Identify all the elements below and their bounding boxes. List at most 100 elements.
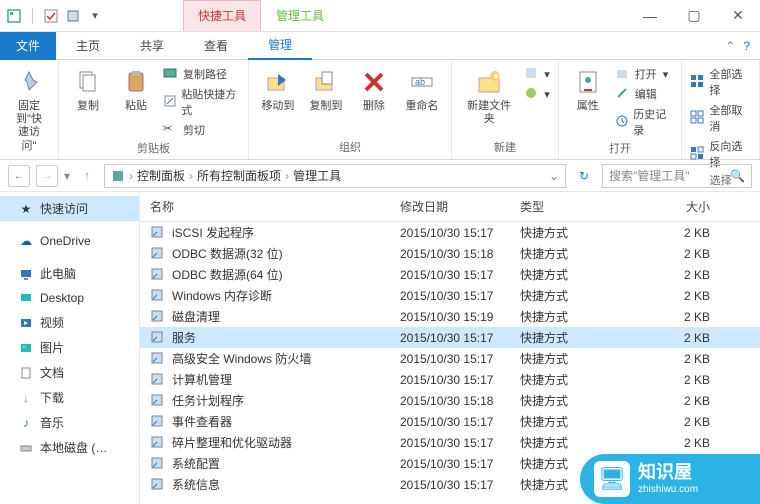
sidebar-item-music[interactable]: ♪音乐 (0, 410, 139, 435)
sidebar-item-videos[interactable]: 视频 (0, 310, 139, 335)
easy-access-button[interactable]: ▾ (524, 86, 550, 102)
file-row[interactable]: 碎片整理和优化驱动器2015/10/30 15:17快捷方式2 KB (140, 432, 760, 453)
pin-icon (13, 66, 45, 98)
nav-sidebar: ★快速访问 ☁OneDrive 此电脑 Desktop 视频 图片 文档 ↓下载… (0, 192, 140, 504)
copyto-icon (310, 66, 342, 98)
history-button[interactable]: 历史记录 (615, 106, 673, 138)
file-row[interactable]: ODBC 数据源(32 位)2015/10/30 15:18快捷方式2 KB (140, 243, 760, 264)
file-row[interactable]: ODBC 数据源(64 位)2015/10/30 15:17快捷方式2 KB (140, 264, 760, 285)
shortcut-file-icon (150, 372, 166, 388)
column-date[interactable]: 修改日期 (400, 198, 520, 215)
file-row[interactable]: iSCSI 发起程序2015/10/30 15:17快捷方式2 KB (140, 222, 760, 243)
move-icon (262, 66, 294, 98)
tab-shortcut-tools[interactable]: 快捷工具 (183, 0, 261, 31)
checkbox-icon[interactable] (43, 8, 59, 24)
cut-button[interactable]: ✂剪切 (163, 122, 240, 138)
refresh-button[interactable]: ↻ (572, 164, 596, 188)
column-size[interactable]: 大小 (640, 198, 710, 215)
pin-quickaccess-button[interactable]: 固定到"快速访问" (8, 64, 50, 155)
sidebar-item-desktop[interactable]: Desktop (0, 286, 139, 310)
chevron-down-icon[interactable]: ▾ (87, 8, 103, 24)
sidebar-item-onedrive[interactable]: ☁OneDrive (0, 229, 139, 253)
properties-icon (572, 66, 604, 98)
maximize-button[interactable]: ▢ (672, 2, 716, 30)
minimize-button[interactable]: — (628, 2, 672, 30)
copy-path-button[interactable]: 复制路径 (163, 66, 240, 82)
sidebar-item-downloads[interactable]: ↓下载 (0, 385, 139, 410)
cloud-icon: ☁ (18, 233, 34, 249)
watermark-url: zhishiwu.com (638, 484, 698, 496)
close-button[interactable]: ✕ (716, 2, 760, 30)
paste-button[interactable]: 粘贴 (115, 64, 157, 115)
column-name[interactable]: 名称 (150, 198, 400, 215)
new-item-button[interactable]: ▾ (524, 66, 550, 82)
breadcrumb-part[interactable]: 所有控制面板项 (197, 167, 281, 184)
sidebar-item-localdisk[interactable]: 本地磁盘 (… (0, 435, 139, 460)
properties-button[interactable]: 属性 (567, 64, 609, 115)
move-to-button[interactable]: 移动到 (257, 64, 299, 115)
clipboard-group-label: 剪贴板 (67, 138, 240, 156)
breadcrumb-part[interactable]: 控制面板 (137, 167, 185, 184)
open-button[interactable]: 打开▾ (615, 66, 673, 82)
file-row[interactable]: 服务2015/10/30 15:17快捷方式2 KB (140, 327, 760, 348)
properties-qat-icon[interactable] (65, 8, 81, 24)
file-row[interactable]: Windows 内存诊断2015/10/30 15:17快捷方式2 KB (140, 285, 760, 306)
rename-icon: ab (406, 66, 438, 98)
delete-button[interactable]: 删除 (353, 64, 395, 115)
breadcrumb[interactable]: › 控制面板 › 所有控制面板项 › 管理工具 ⌄ (104, 164, 566, 188)
up-button[interactable]: ↑ (76, 165, 98, 187)
quick-access-toolbar: ▾ (0, 8, 103, 24)
titlebar: ▾ 快捷工具 管理工具 — ▢ ✕ (0, 0, 760, 32)
sidebar-item-quickaccess[interactable]: ★快速访问 (0, 196, 139, 221)
shortcut-file-icon (150, 267, 166, 283)
search-input[interactable]: 搜索"管理工具" 🔍 (602, 164, 752, 188)
ribbon-expand-icon[interactable]: ⌃ (725, 39, 735, 53)
tab-view[interactable]: 查看 (184, 32, 248, 60)
file-row[interactable]: 磁盘清理2015/10/30 15:19快捷方式2 KB (140, 306, 760, 327)
file-row[interactable]: 高级安全 Windows 防火墙2015/10/30 15:17快捷方式2 KB (140, 348, 760, 369)
back-button[interactable]: ← (8, 165, 30, 187)
shortcut-file-icon (150, 309, 166, 325)
history-icon (615, 114, 630, 130)
sidebar-item-thispc[interactable]: 此电脑 (0, 261, 139, 286)
sidebar-item-documents[interactable]: 文档 (0, 360, 139, 385)
edit-button[interactable]: 编辑 (615, 86, 673, 102)
breadcrumb-dropdown-icon[interactable]: ⌄ (549, 169, 559, 183)
select-none-button[interactable]: 全部取消 (690, 102, 751, 134)
copy-button[interactable]: 复制 (67, 64, 109, 115)
selectall-icon (690, 74, 705, 90)
music-icon: ♪ (18, 415, 34, 431)
breadcrumb-part[interactable]: 管理工具 (293, 167, 341, 184)
rename-button[interactable]: ab 重命名 (401, 64, 443, 115)
shortcut-file-icon (150, 330, 166, 346)
path-icon (163, 66, 179, 82)
tab-share[interactable]: 共享 (120, 32, 184, 60)
new-folder-button[interactable]: ★ 新建文件夹 (460, 64, 518, 128)
edit-icon (615, 86, 631, 102)
copy-to-button[interactable]: 复制到 (305, 64, 347, 115)
tab-home[interactable]: 主页 (56, 32, 120, 60)
tab-mgmt-tools[interactable]: 管理工具 (261, 0, 339, 31)
video-icon (18, 315, 34, 331)
file-row[interactable]: 事件查看器2015/10/30 15:17快捷方式2 KB (140, 411, 760, 432)
window-controls: — ▢ ✕ (628, 2, 760, 30)
breadcrumb-root-icon (111, 169, 125, 183)
file-row[interactable]: 计算机管理2015/10/30 15:17快捷方式2 KB (140, 369, 760, 390)
help-icon[interactable]: ? (743, 39, 750, 53)
watermark-badge: 🖥 知识屋 zhishiwu.com (580, 454, 760, 504)
forward-button[interactable]: → (36, 165, 58, 187)
paste-shortcut-button[interactable]: 粘贴快捷方式 (163, 86, 240, 118)
file-row[interactable]: 任务计划程序2015/10/30 15:18快捷方式2 KB (140, 390, 760, 411)
watermark-title: 知识屋 (638, 462, 698, 484)
select-all-button[interactable]: 全部选择 (690, 66, 751, 98)
sidebar-item-pictures[interactable]: 图片 (0, 335, 139, 360)
copy-icon (72, 66, 104, 98)
file-menu[interactable]: 文件 (0, 32, 56, 60)
svg-text:ab: ab (415, 77, 425, 87)
download-icon: ↓ (18, 390, 34, 406)
recent-dropdown-icon[interactable]: ▾ (64, 169, 70, 183)
tab-manage[interactable]: 管理 (248, 32, 312, 60)
shortcut-file-icon (150, 351, 166, 367)
column-type[interactable]: 类型 (520, 198, 640, 215)
shortcut-file-icon (150, 393, 166, 409)
